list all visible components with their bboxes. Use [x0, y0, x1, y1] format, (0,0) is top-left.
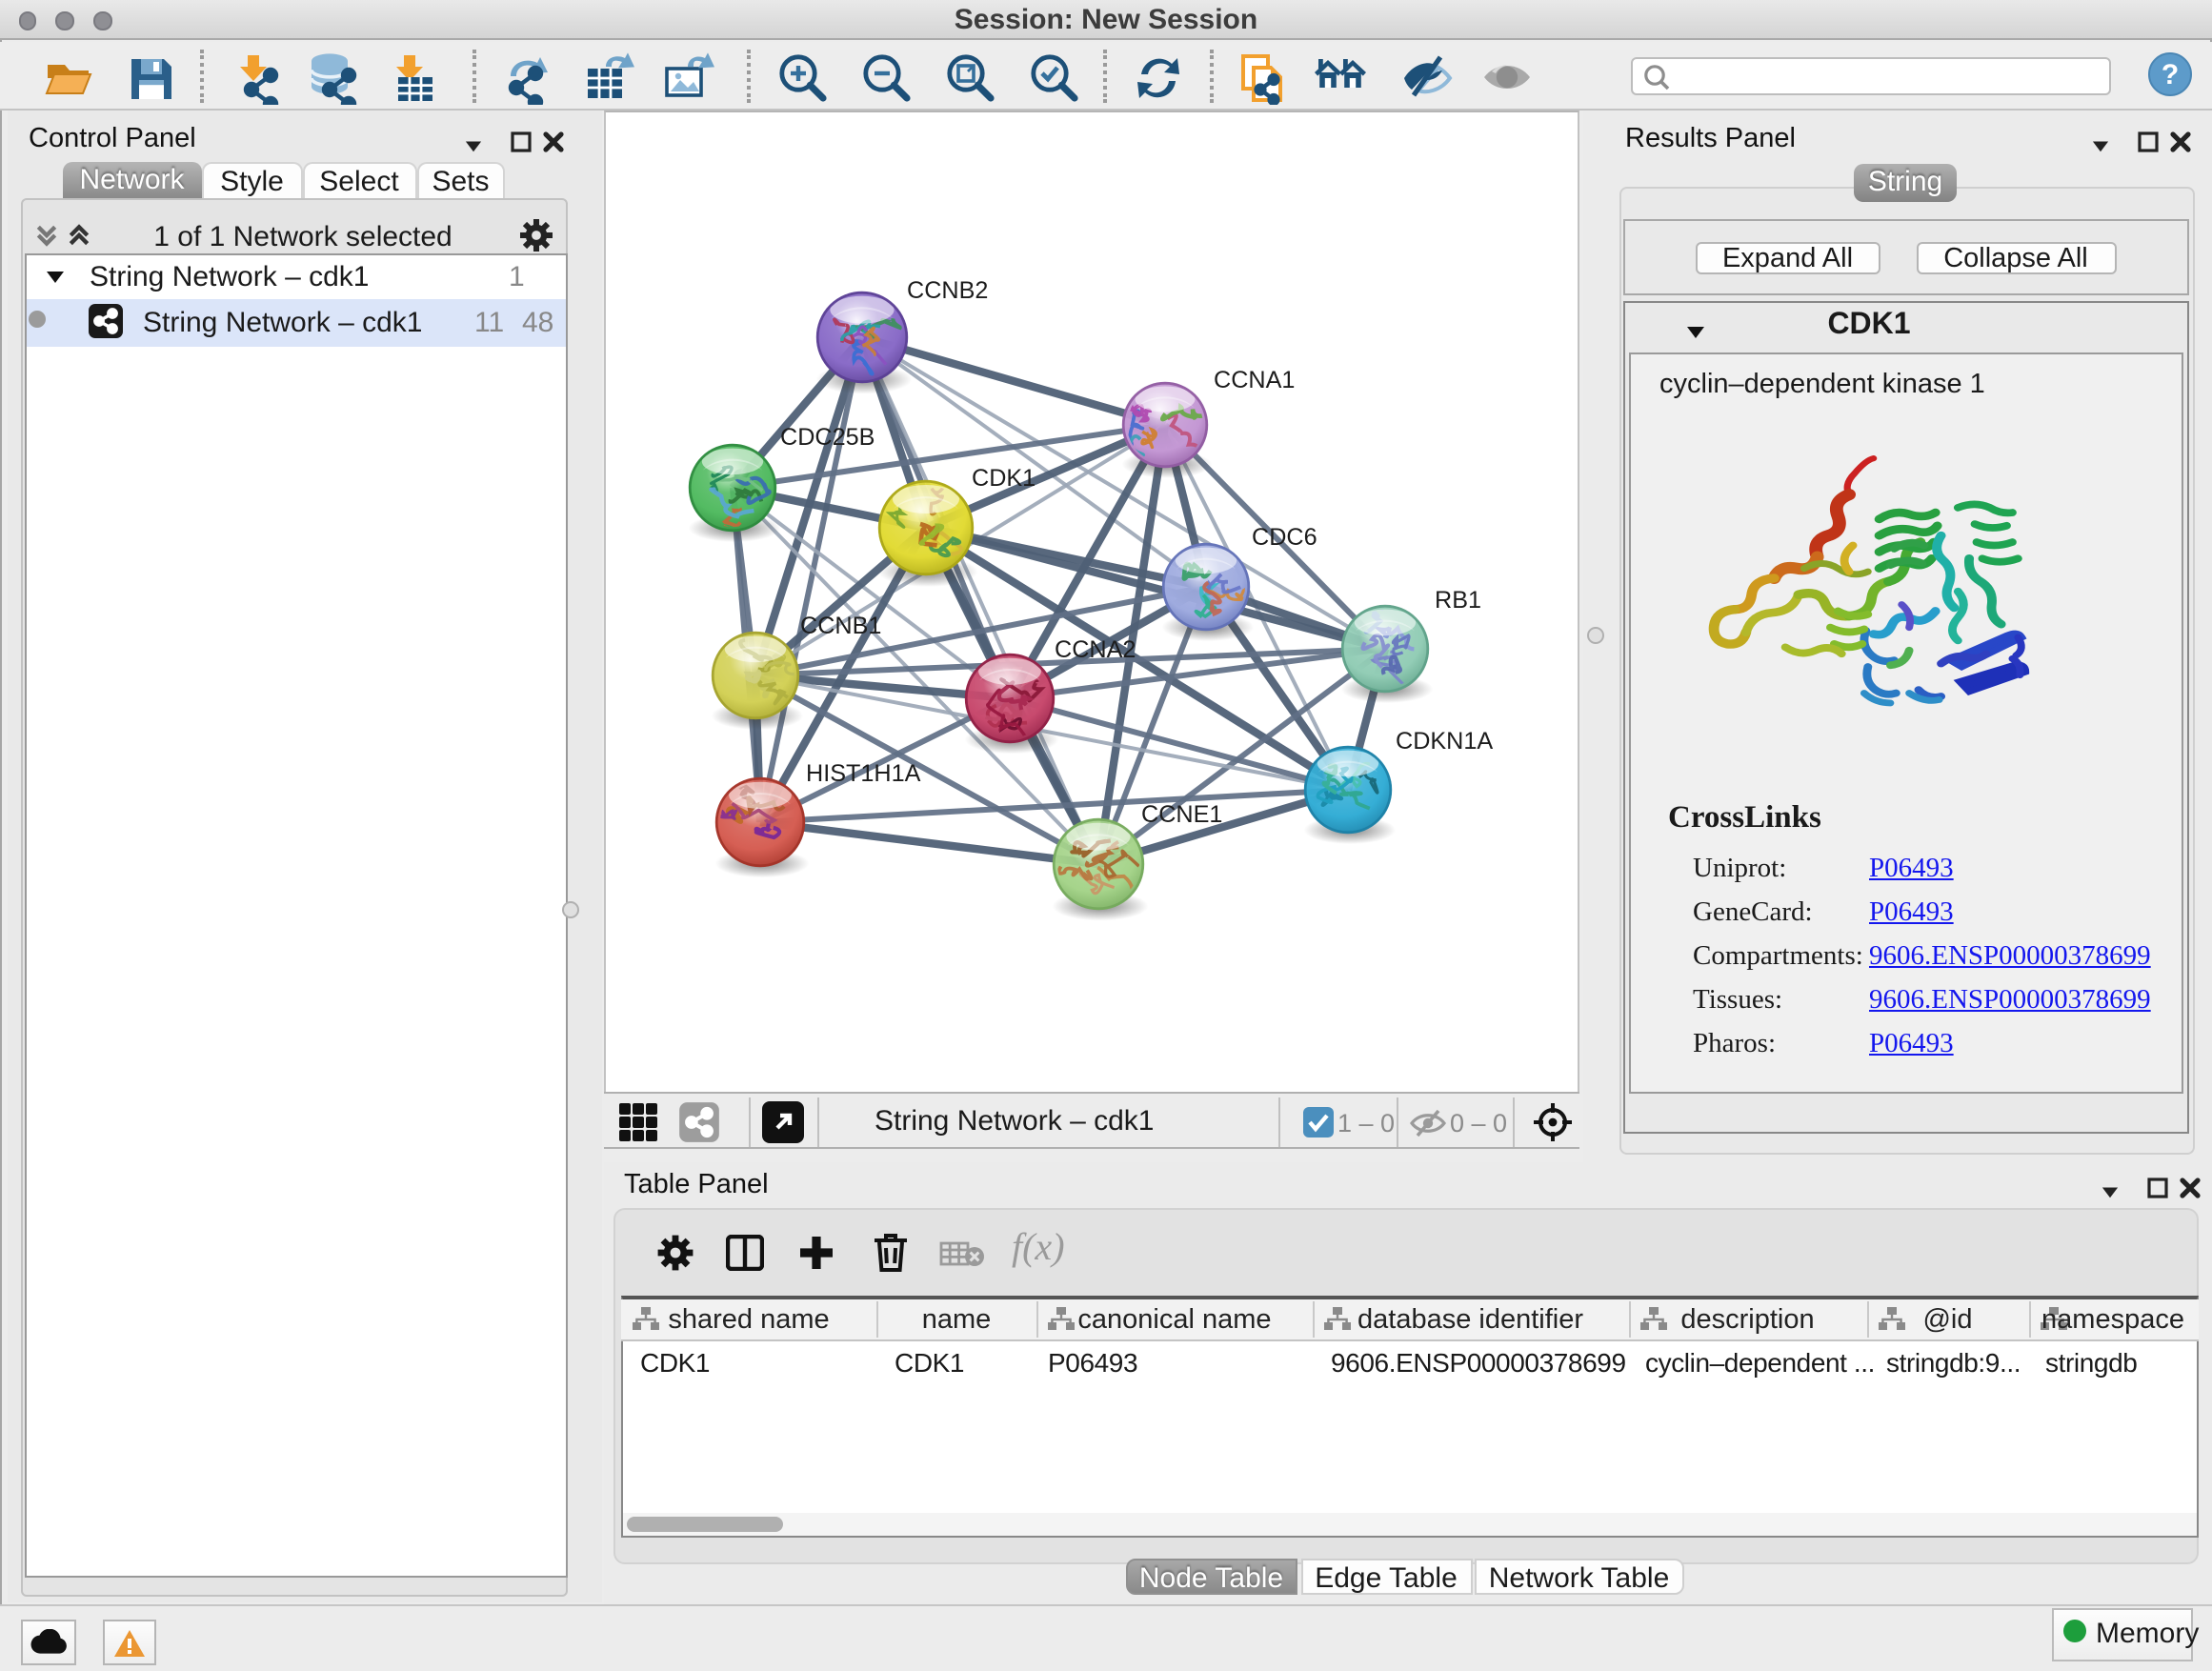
svg-text:CDKN1A: CDKN1A [1396, 728, 1493, 755]
svg-text:CCNB2: CCNB2 [907, 277, 988, 304]
svg-text:CCNE1: CCNE1 [1141, 801, 1222, 828]
svg-text:?: ? [2162, 59, 2179, 91]
svg-text:CCNB1: CCNB1 [800, 613, 881, 639]
svg-text:CCNA1: CCNA1 [1214, 367, 1295, 393]
svg-text:CDK1: CDK1 [972, 465, 1036, 492]
svg-text:RB1: RB1 [1435, 587, 1481, 614]
svg-text:CCNA2: CCNA2 [1055, 636, 1136, 663]
svg-text:CDC6: CDC6 [1252, 524, 1317, 551]
svg-text:HIST1H1A: HIST1H1A [806, 760, 921, 787]
svg-text:CDC25B: CDC25B [780, 424, 875, 451]
